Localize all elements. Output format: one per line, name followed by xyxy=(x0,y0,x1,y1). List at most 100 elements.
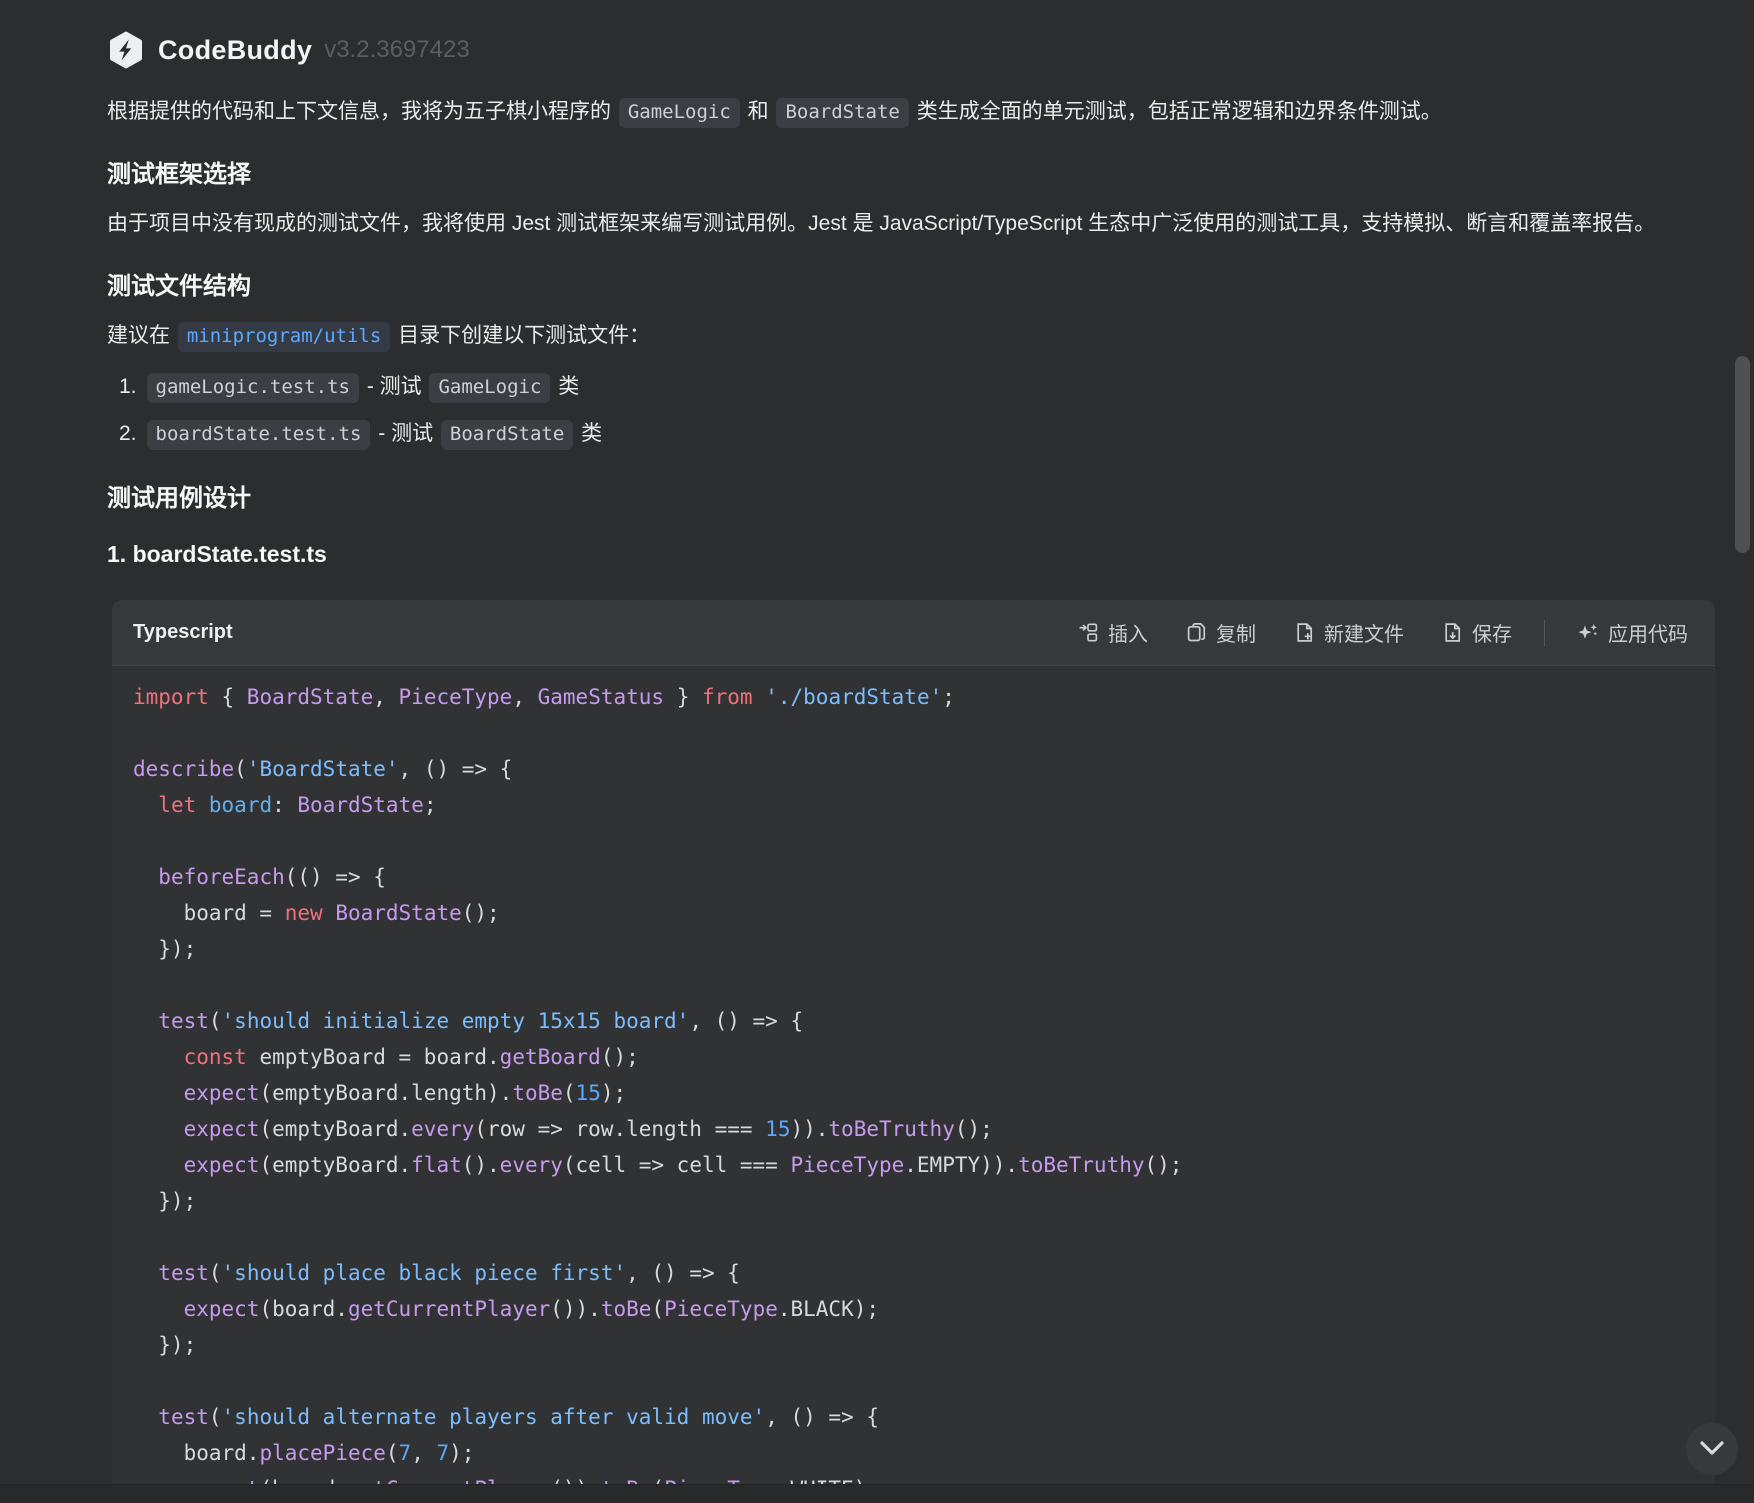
code-token: toBeTruthy xyxy=(1018,1153,1144,1177)
code-token: (board. xyxy=(259,1297,348,1321)
code-token xyxy=(133,1261,158,1285)
toolbar-button-label: 保存 xyxy=(1472,618,1512,647)
code-line: expect(emptyBoard.length).toBe(15); xyxy=(133,1075,1695,1111)
save-button[interactable]: 保存 xyxy=(1442,618,1512,647)
code-line: test('should initialize empty 15x15 boar… xyxy=(133,1003,1695,1039)
code-token: board. xyxy=(133,1441,259,1465)
inline-code-class: BoardState xyxy=(441,420,573,450)
code-token: every xyxy=(500,1153,563,1177)
code-token: every xyxy=(411,1117,474,1141)
code-token: (); xyxy=(601,1045,639,1069)
code-token: ); xyxy=(449,1441,474,1465)
code-token xyxy=(133,865,158,889)
code-token: ; xyxy=(424,793,437,817)
code-token: }); xyxy=(133,1333,196,1357)
insert-icon xyxy=(1078,622,1099,643)
copy-button[interactable]: 复制 xyxy=(1186,618,1256,647)
code-token: beforeEach xyxy=(158,865,284,889)
code-token: emptyBoard = board. xyxy=(247,1045,500,1069)
app-name: CodeBuddy xyxy=(158,35,312,66)
code-token xyxy=(133,1045,184,1069)
code-token: , () => { xyxy=(626,1261,740,1285)
inline-code-file: gameLogic.test.ts xyxy=(147,373,359,403)
toolbar-button-label: 插入 xyxy=(1108,618,1148,647)
code-token: 'should place black piece first' xyxy=(222,1261,627,1285)
code-token: BoardState xyxy=(247,685,373,709)
code-token: ( xyxy=(209,1009,222,1033)
code-line xyxy=(133,715,1695,751)
section-heading-cases: 测试用例设计 xyxy=(107,484,1715,514)
intro-text: 类生成全面的单元测试，包括正常逻辑和边界条件测试。 xyxy=(911,100,1442,123)
message-header: CodeBuddy v3.2.3697423 xyxy=(107,30,1715,70)
code-token: getCurrentPlayer xyxy=(348,1297,550,1321)
code-token: (emptyBoard. xyxy=(259,1153,411,1177)
code-token: './boardState' xyxy=(765,685,942,709)
code-token: toBe xyxy=(601,1297,652,1321)
list-text: 类 xyxy=(552,375,579,398)
code-line: import { BoardState, PieceType, GameStat… xyxy=(133,679,1695,715)
list-number: 1. xyxy=(119,375,137,398)
code-token xyxy=(133,1009,158,1033)
code-token: : xyxy=(272,793,297,817)
list-text: - 测试 xyxy=(372,422,439,445)
code-token: expect xyxy=(184,1117,260,1141)
inline-code-class: GameLogic xyxy=(429,373,550,403)
code-token: (emptyBoard.length). xyxy=(259,1081,512,1105)
code-block-header: Typescript 插入 复制 新建文件 保存 应用代码 xyxy=(112,600,1715,666)
code-token: BoardState xyxy=(297,793,423,817)
code-token: , xyxy=(373,685,398,709)
scroll-to-bottom-button[interactable] xyxy=(1686,1423,1738,1475)
code-token: 'should initialize empty 15x15 board' xyxy=(222,1009,690,1033)
code-token: ); xyxy=(601,1081,626,1105)
code-token: ()). xyxy=(550,1297,601,1321)
code-toolbar: 插入 复制 新建文件 保存 应用代码 xyxy=(1078,618,1688,647)
scrollbar-thumb[interactable] xyxy=(1735,356,1750,553)
intro-paragraph: 根据提供的代码和上下文信息，我将为五子棋小程序的 GameLogic 和 Boa… xyxy=(107,94,1715,130)
code-token xyxy=(133,1153,184,1177)
sparkles-icon xyxy=(1577,622,1599,644)
code-line xyxy=(133,1363,1695,1399)
toolbar-button-label: 新建文件 xyxy=(1324,618,1404,647)
code-token: describe xyxy=(133,757,234,781)
code-token: } xyxy=(664,685,702,709)
code-token: 'should alternate players after valid mo… xyxy=(222,1405,766,1429)
code-token xyxy=(133,1117,184,1141)
new-file-button[interactable]: 新建文件 xyxy=(1294,618,1404,647)
code-line: }); xyxy=(133,931,1695,967)
code-token xyxy=(323,901,336,925)
code-token xyxy=(133,793,158,817)
code-line: }); xyxy=(133,1183,1695,1219)
section-heading-framework: 测试框架选择 xyxy=(107,160,1715,190)
code-language-label: Typescript xyxy=(133,621,233,644)
code-token: }); xyxy=(133,937,196,961)
code-token: PieceType xyxy=(399,685,513,709)
code-token: (() => { xyxy=(285,865,386,889)
code-token: 7 xyxy=(399,1441,412,1465)
code-token: getBoard xyxy=(500,1045,601,1069)
code-token: import xyxy=(133,685,209,709)
code-token: PieceType xyxy=(790,1153,904,1177)
code-block: Typescript 插入 复制 新建文件 保存 应用代码 import { Board… xyxy=(112,600,1715,1503)
code-token: , () => { xyxy=(689,1009,803,1033)
code-token: (). xyxy=(462,1153,500,1177)
code-token: }); xyxy=(133,1189,196,1213)
section-heading-files: 测试文件结构 xyxy=(107,272,1715,302)
code-token: ( xyxy=(651,1297,664,1321)
intro-text: 根据提供的代码和上下文信息，我将为五子棋小程序的 xyxy=(107,100,617,123)
apply-code-button[interactable]: 应用代码 xyxy=(1577,618,1688,647)
list-text: 类 xyxy=(575,422,602,445)
code-token: , xyxy=(411,1441,436,1465)
code-token: (cell => cell === xyxy=(563,1153,791,1177)
code-token: board = xyxy=(133,901,285,925)
code-token: { xyxy=(209,685,247,709)
insert-button[interactable]: 插入 xyxy=(1078,618,1148,647)
code-token: from xyxy=(702,685,753,709)
code-token: 15 xyxy=(765,1117,790,1141)
code-token: ( xyxy=(209,1405,222,1429)
code-line xyxy=(133,967,1695,1003)
chevron-down-icon xyxy=(1699,1441,1725,1457)
code-token: , () => { xyxy=(765,1405,879,1429)
code-token: ( xyxy=(209,1261,222,1285)
codebuddy-logo-icon xyxy=(107,31,145,69)
files-intro-paragraph: 建议在 miniprogram/utils 目录下创建以下测试文件： xyxy=(107,318,1715,354)
